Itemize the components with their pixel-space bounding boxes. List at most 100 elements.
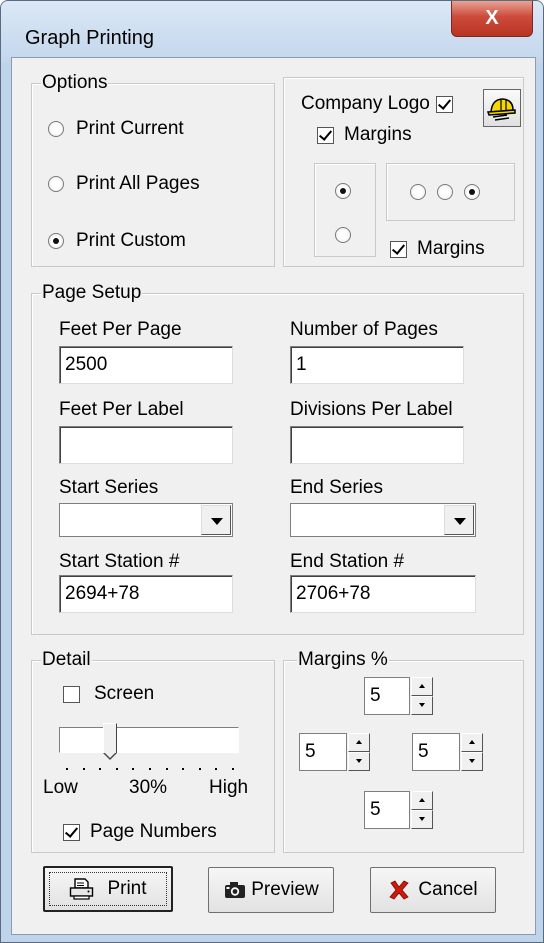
start-series-label: Start Series bbox=[59, 477, 159, 498]
end-series-label: End Series bbox=[290, 477, 383, 498]
spin-up-icon[interactable] bbox=[411, 677, 433, 696]
slider-tick bbox=[132, 768, 135, 770]
screen-checkbox[interactable]: Screen bbox=[63, 683, 154, 705]
spin-down-icon[interactable] bbox=[348, 752, 370, 771]
slider-tick bbox=[198, 768, 201, 770]
print-custom-label: Print Custom bbox=[76, 230, 186, 251]
page-numbers-label: Page Numbers bbox=[90, 821, 217, 842]
divisions-per-label-label: Divisions Per Label bbox=[290, 399, 453, 420]
spin-up-icon[interactable] bbox=[348, 733, 370, 752]
print-button-label: Print bbox=[107, 878, 147, 899]
slider-tick bbox=[115, 768, 118, 770]
slider-value-label: 30% bbox=[129, 777, 168, 798]
margins-label-2: Margins bbox=[417, 238, 485, 259]
start-station-input[interactable]: 2694+78 bbox=[59, 575, 233, 613]
slider-tick bbox=[149, 768, 151, 770]
page-setup-group-label: Page Setup bbox=[41, 282, 143, 303]
print-custom-radio-button[interactable] bbox=[48, 233, 64, 249]
slider-track bbox=[59, 727, 239, 753]
spin-up-icon[interactable] bbox=[411, 791, 433, 810]
vertical-radio-bottom[interactable] bbox=[335, 227, 351, 243]
number-of-pages-label: Number of Pages bbox=[290, 319, 438, 340]
company-logo-label: Company Logo bbox=[301, 93, 430, 114]
preview-button-label: Preview bbox=[251, 879, 319, 900]
screen-check[interactable] bbox=[63, 685, 80, 703]
detail-group-label: Detail bbox=[41, 649, 92, 670]
cancel-button[interactable]: Cancel bbox=[370, 867, 496, 913]
detail-slider[interactable] bbox=[59, 723, 239, 773]
margin-right-input[interactable]: 5 bbox=[412, 733, 460, 771]
spin-up-icon[interactable] bbox=[461, 733, 483, 752]
print-custom-radio[interactable]: Print Custom bbox=[48, 230, 186, 252]
margin-right-spinner[interactable] bbox=[461, 733, 483, 771]
margin-top-input[interactable]: 5 bbox=[364, 677, 410, 715]
end-series-select[interactable] bbox=[290, 503, 476, 537]
slider-tick bbox=[232, 768, 234, 770]
page-numbers-check[interactable] bbox=[63, 823, 80, 841]
slider-tick bbox=[66, 768, 68, 770]
page-numbers-checkbox[interactable]: Page Numbers bbox=[63, 821, 217, 843]
slider-low-label: Low bbox=[43, 777, 78, 798]
margins-check-2[interactable] bbox=[390, 240, 407, 258]
cancel-button-label: Cancel bbox=[418, 879, 478, 900]
print-all-pages-radio-button[interactable] bbox=[48, 176, 64, 192]
vertical-align-group bbox=[314, 163, 376, 257]
margin-top-spinner[interactable] bbox=[411, 677, 433, 715]
margin-bottom-input[interactable]: 5 bbox=[364, 791, 410, 829]
slider-tick bbox=[165, 768, 168, 770]
start-station-label: Start Station # bbox=[59, 551, 180, 572]
print-button[interactable]: Print bbox=[43, 866, 173, 912]
divisions-per-label-input[interactable] bbox=[290, 426, 464, 464]
slider-thumb[interactable] bbox=[103, 723, 117, 760]
print-all-pages-radio[interactable]: Print All Pages bbox=[48, 173, 200, 195]
end-station-input[interactable]: 2706+78 bbox=[290, 575, 476, 613]
slider-tick bbox=[182, 768, 185, 770]
horizontal-radio-left[interactable] bbox=[410, 184, 426, 200]
feet-per-label-input[interactable] bbox=[59, 426, 233, 464]
chevron-down-icon[interactable] bbox=[201, 505, 231, 535]
feet-per-page-input[interactable]: 2500 bbox=[59, 346, 233, 384]
close-button[interactable]: X bbox=[451, 1, 533, 37]
feet-per-label-label: Feet Per Label bbox=[59, 399, 184, 420]
print-all-pages-label: Print All Pages bbox=[76, 173, 200, 194]
margin-bottom-spinner[interactable] bbox=[411, 791, 433, 829]
number-of-pages-input[interactable]: 1 bbox=[290, 346, 464, 384]
print-current-label: Print Current bbox=[76, 118, 184, 139]
spin-down-icon[interactable] bbox=[411, 810, 433, 829]
slider-tick bbox=[215, 768, 218, 770]
company-logo-check[interactable] bbox=[435, 95, 453, 113]
graph-printing-dialog: Graph Printing X Options Print Current P… bbox=[0, 0, 544, 943]
horizontal-radio-center[interactable] bbox=[437, 184, 453, 200]
margin-left-spinner[interactable] bbox=[348, 733, 370, 771]
start-series-select[interactable] bbox=[59, 503, 233, 537]
spin-down-icon[interactable] bbox=[461, 752, 483, 771]
margins-label-1: Margins bbox=[344, 124, 412, 145]
screen-label: Screen bbox=[94, 683, 155, 704]
print-current-radio[interactable]: Print Current bbox=[48, 118, 184, 140]
spin-down-icon[interactable] bbox=[411, 696, 433, 715]
slider-high-label: High bbox=[209, 777, 249, 798]
title-bar: Graph Printing X bbox=[1, 1, 543, 63]
logo-select-button[interactable] bbox=[483, 89, 521, 127]
feet-per-page-label: Feet Per Page bbox=[59, 319, 182, 340]
end-station-label: End Station # bbox=[290, 551, 405, 572]
margins-percent-group-label: Margins % bbox=[297, 649, 389, 670]
horizontal-radio-right[interactable] bbox=[464, 184, 480, 200]
printer-icon bbox=[70, 878, 94, 900]
close-icon: X bbox=[485, 7, 499, 29]
margins-check-1[interactable] bbox=[317, 126, 334, 144]
preview-button[interactable]: Preview bbox=[208, 867, 334, 913]
camera-icon bbox=[225, 882, 246, 898]
slider-tick bbox=[99, 768, 102, 770]
slider-tick bbox=[82, 768, 85, 770]
margin-left-input[interactable]: 5 bbox=[299, 733, 347, 771]
company-logo-checkbox[interactable]: Company Logo bbox=[301, 93, 453, 115]
window-title: Graph Printing bbox=[25, 27, 154, 49]
chevron-down-icon[interactable] bbox=[444, 505, 474, 535]
options-group-label: Options bbox=[41, 72, 109, 93]
margins-checkbox-2[interactable]: Margins bbox=[390, 238, 485, 260]
margins-checkbox-1[interactable]: Margins bbox=[317, 124, 412, 146]
vertical-radio-top[interactable] bbox=[335, 183, 351, 199]
hardhat-icon bbox=[486, 98, 516, 121]
print-current-radio-button[interactable] bbox=[48, 121, 64, 137]
